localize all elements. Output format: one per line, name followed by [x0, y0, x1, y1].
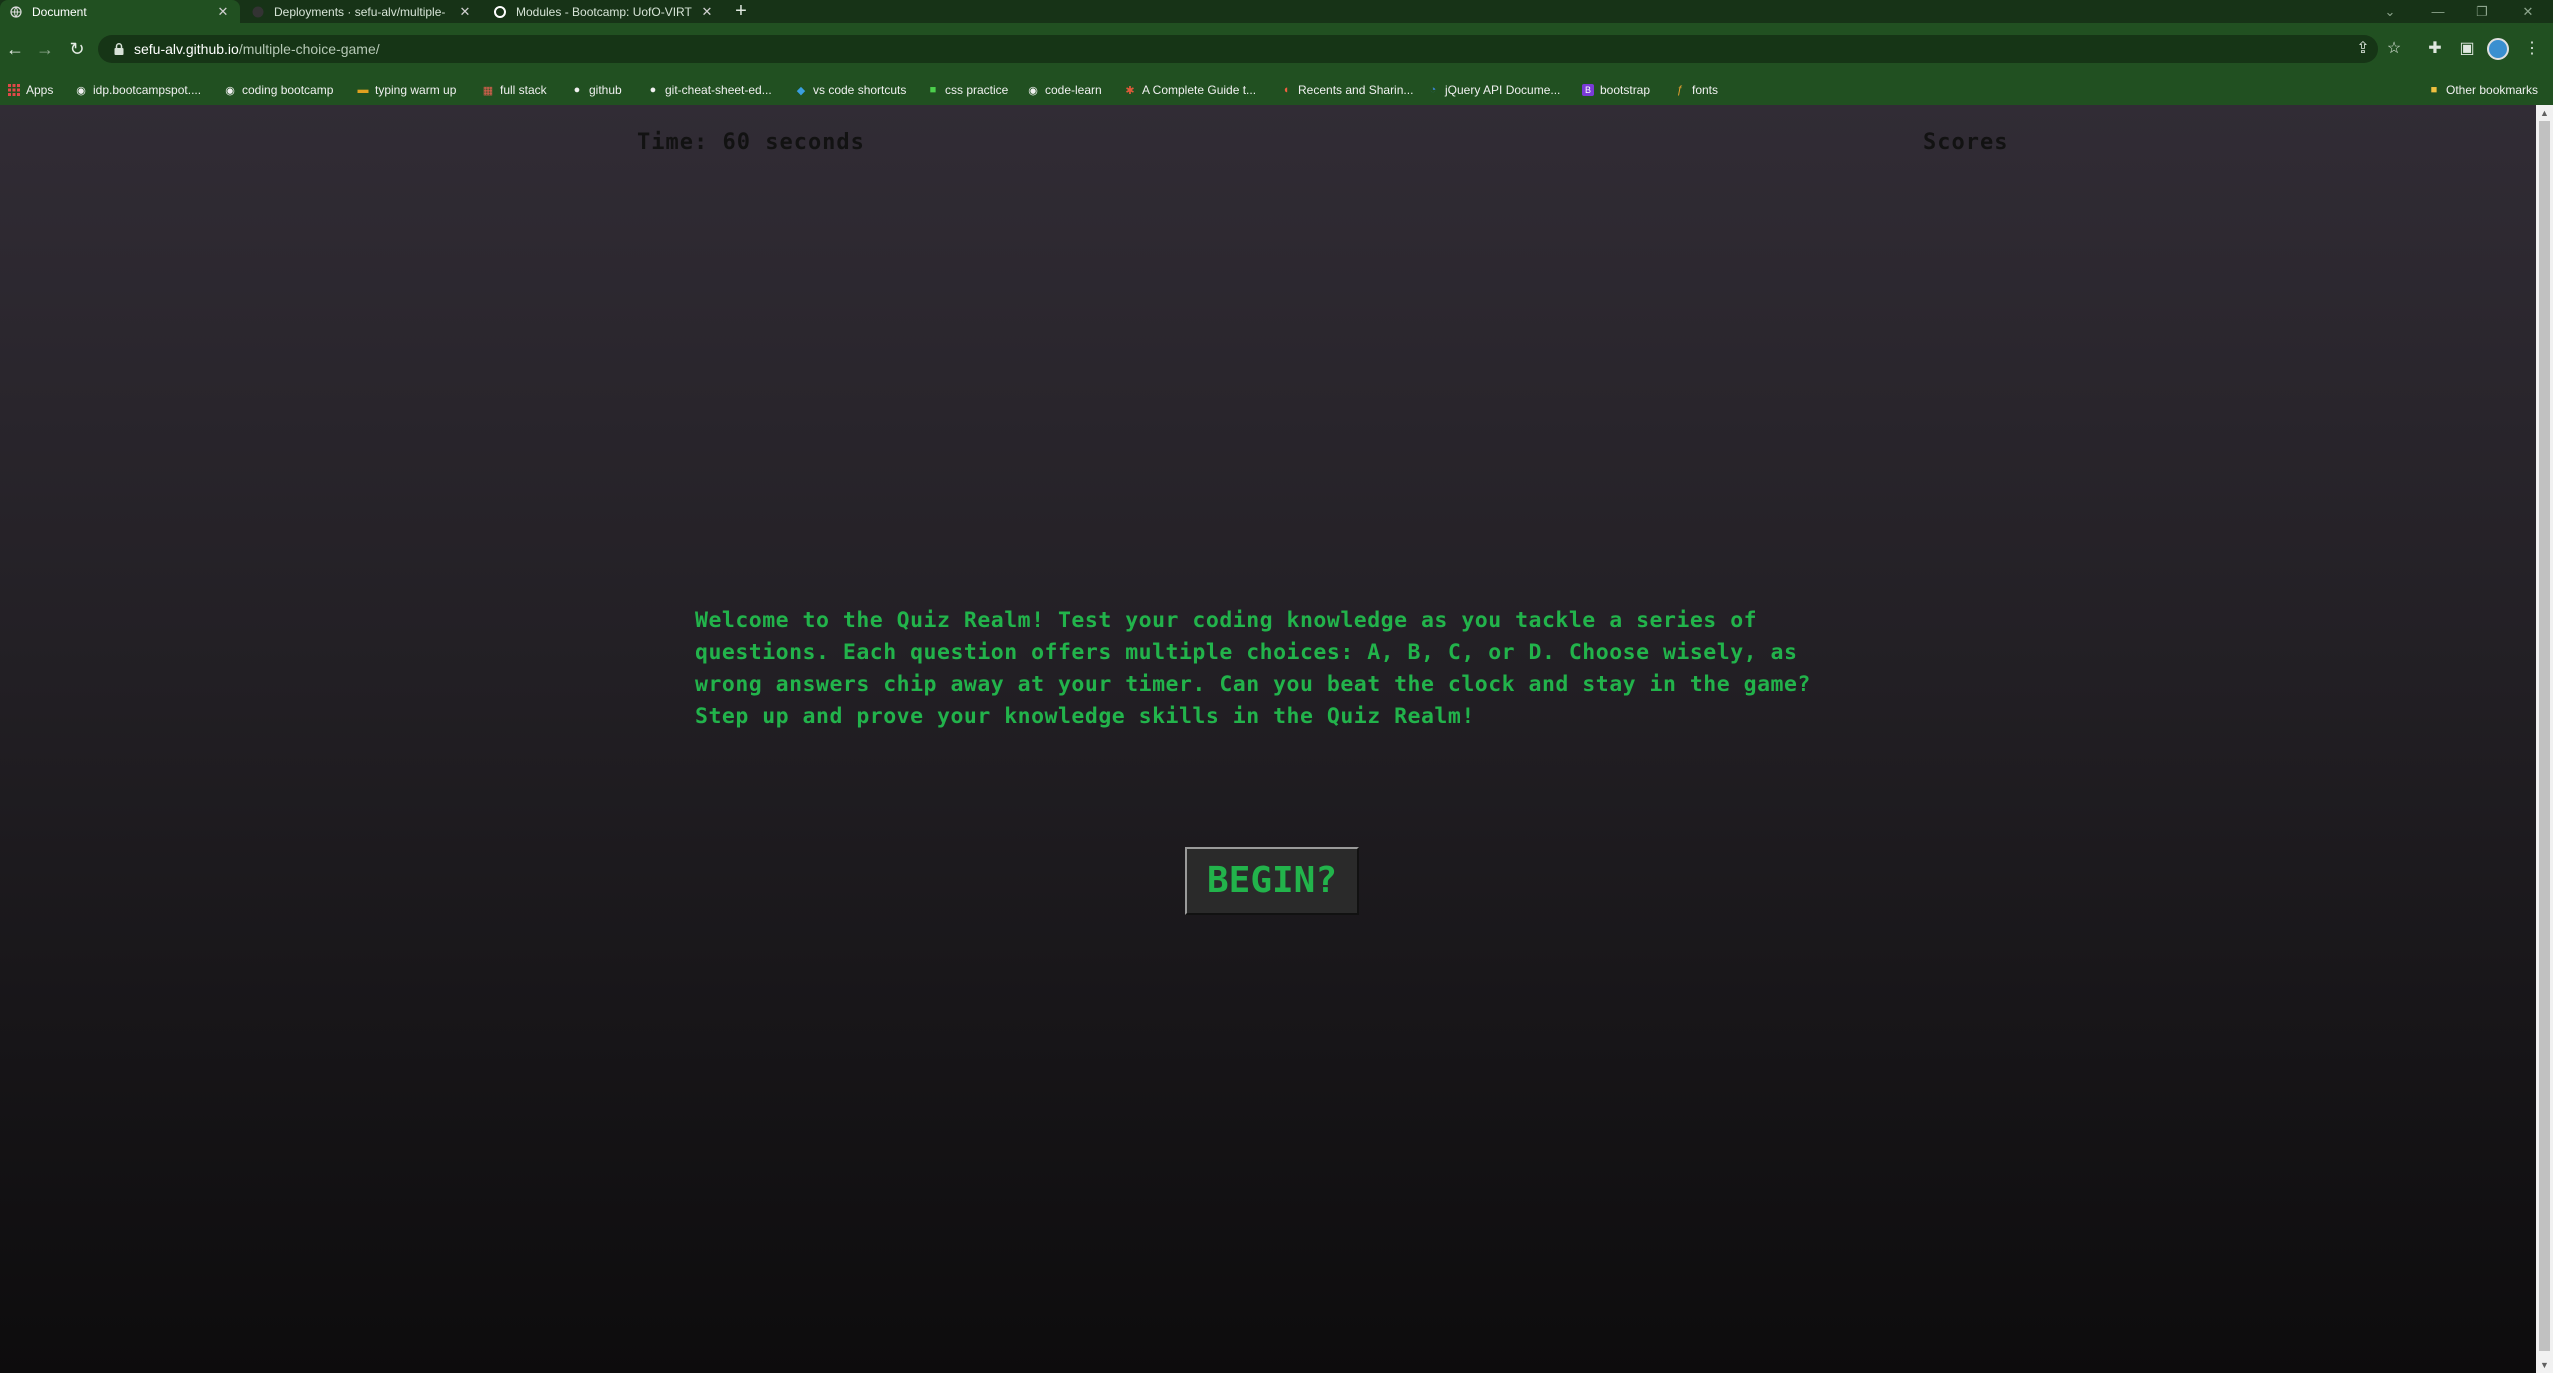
globe-icon: ◉: [225, 84, 235, 97]
bookmark-label: Recents and Sharin...: [1298, 83, 1414, 97]
bookmark-recents-and-sharing[interactable]: ◖ Recents and Sharin...: [1280, 81, 1414, 99]
github-icon: [252, 6, 264, 18]
tab-title: Deployments · sefu-alv/multiple-: [274, 4, 446, 19]
url-text: sefu-alv.github.io/multiple-choice-game/: [134, 41, 380, 57]
tab-deployments[interactable]: Deployments · sefu-alv/multiple- ✕: [242, 0, 482, 23]
page-scrollbar[interactable]: ▲ ▼: [2536, 105, 2553, 1373]
frog-icon: ■: [929, 84, 937, 96]
lock-icon: [112, 42, 126, 56]
bookmark-label: jQuery API Docume...: [1445, 83, 1561, 97]
bookmark-label: github: [589, 83, 622, 97]
bookmark-typing-warm-up[interactable]: ▬ typing warm up: [357, 81, 457, 99]
close-tab-icon[interactable]: ✕: [700, 4, 714, 20]
keyboard-icon: ▬: [357, 84, 369, 96]
page-viewport: Time: 60 seconds Scores Welcome to the Q…: [0, 105, 2536, 1373]
tab-title: Modules - Bootcamp: UofO-VIRT: [516, 4, 692, 19]
bookmark-label: Apps: [26, 83, 54, 97]
globe-icon: ◉: [1028, 84, 1038, 97]
bookmark-label: Other bookmarks: [2446, 83, 2539, 97]
jquery-icon: ◔: [1429, 84, 1437, 96]
intro-text: Welcome to the Quiz Realm! Test your cod…: [695, 608, 1811, 729]
bookmark-coding-bootcamp[interactable]: ◉ coding bootcamp: [224, 81, 333, 99]
share-icon[interactable]: ⇪: [2352, 38, 2374, 60]
grid-icon: ▦: [482, 84, 494, 97]
tab-strip: Document ✕ Deployments · sefu-alv/multip…: [0, 0, 2553, 23]
bookmark-vs-code-shortcuts[interactable]: ◆ vs code shortcuts: [795, 81, 907, 99]
url-path: /multiple-choice-game/: [238, 41, 380, 57]
globe-icon: [10, 5, 22, 18]
bookmark-label: coding bootcamp: [242, 83, 334, 97]
url-host: sefu-alv.github.io: [134, 41, 239, 57]
other-bookmarks[interactable]: ■ Other bookmarks: [2428, 81, 2538, 99]
bookmark-git-cheat-sheet[interactable]: ● git-cheat-sheet-ed...: [647, 81, 772, 99]
minimize-icon[interactable]: —: [2418, 0, 2458, 23]
bookmark-label: bootstrap: [1600, 83, 1651, 97]
bookmarks-bar: Apps ◉ idp.bootcampspot.... ◉ coding bootc…: [0, 75, 2553, 106]
bookmark-jquery-api[interactable]: ◔ jQuery API Docume...: [1427, 81, 1561, 99]
font-icon: ƒ: [1676, 84, 1684, 96]
bookmark-code-learn[interactable]: ◉ code-learn: [1027, 81, 1102, 99]
canvas-icon: [494, 5, 506, 18]
tab-title: Document: [32, 4, 87, 19]
back-arrow-icon[interactable]: ←: [4, 38, 26, 60]
folder-icon: ■: [2430, 84, 2438, 96]
scroll-down-arrow-icon[interactable]: ▼: [2536, 1357, 2553, 1373]
profile-avatar[interactable]: [2487, 38, 2509, 60]
bookmark-label: typing warm up: [375, 83, 457, 97]
bookmark-apps[interactable]: Apps: [8, 81, 53, 99]
menu-kebab-icon[interactable]: ⋮: [2521, 38, 2543, 60]
bookmark-complete-guide[interactable]: ✱ A Complete Guide t...: [1124, 81, 1256, 99]
bookmark-label: A Complete Guide t...: [1142, 83, 1257, 97]
begin-button[interactable]: BEGIN?: [1185, 847, 1359, 915]
close-tab-icon[interactable]: ✕: [458, 4, 472, 20]
tab-modules[interactable]: Modules - Bootcamp: UofO-VIRT ✕: [484, 0, 724, 23]
apps-grid-icon: [8, 84, 20, 96]
bookmark-label: vs code shortcuts: [813, 83, 907, 97]
star-burst-icon: ✱: [1125, 84, 1135, 97]
restore-icon[interactable]: ❐: [2462, 0, 2502, 23]
bookmark-label: code-learn: [1045, 83, 1102, 97]
scroll-up-arrow-icon[interactable]: ▲: [2536, 105, 2553, 121]
bookmark-label: idp.bootcampspot....: [93, 83, 202, 97]
side-panel-icon[interactable]: ▣: [2456, 38, 2478, 60]
vscode-icon: ◆: [796, 84, 806, 97]
reload-icon[interactable]: ↻: [66, 38, 88, 60]
bookmark-github[interactable]: ● github: [571, 81, 622, 99]
extensions-puzzle-icon[interactable]: ✚: [2424, 38, 2446, 60]
scrollbar-thumb[interactable]: [2539, 121, 2550, 1351]
figma-icon: ◖: [1282, 84, 1290, 96]
bookmark-fonts[interactable]: ƒ fonts: [1674, 81, 1718, 99]
github-icon: ●: [573, 84, 581, 96]
bookmark-label: full stack: [500, 83, 547, 97]
close-tab-icon[interactable]: ✕: [216, 4, 230, 20]
bookmark-bootstrap[interactable]: Bbootstrap: [1582, 81, 1650, 99]
globe-icon: ◉: [76, 84, 86, 97]
tab-document[interactable]: Document ✕: [0, 0, 240, 23]
bookmark-label: fonts: [1692, 83, 1719, 97]
bookmark-idp-bootcampspot[interactable]: ◉ idp.bootcampspot....: [75, 81, 201, 99]
bookmark-label: css practice: [945, 83, 1009, 97]
address-bar[interactable]: sefu-alv.github.io/multiple-choice-game/: [98, 35, 2378, 63]
close-window-icon[interactable]: ✕: [2508, 0, 2548, 23]
github-icon: ●: [649, 84, 657, 96]
tab-search-chevron-icon[interactable]: ⌄: [2370, 0, 2410, 23]
timer-display: Time: 60 seconds: [637, 130, 865, 155]
bookmark-full-stack[interactable]: ▦ full stack: [482, 81, 547, 99]
bookmark-css-practice[interactable]: ■ css practice: [927, 81, 1009, 99]
bookmark-star-icon[interactable]: ☆: [2383, 38, 2405, 60]
scores-link[interactable]: Scores: [1923, 130, 2008, 155]
new-tab-plus-icon[interactable]: +: [730, 1, 752, 23]
bookmark-label: git-cheat-sheet-ed...: [665, 83, 772, 97]
forward-arrow-icon[interactable]: →: [34, 38, 56, 60]
bootstrap-icon: B: [1582, 84, 1594, 96]
